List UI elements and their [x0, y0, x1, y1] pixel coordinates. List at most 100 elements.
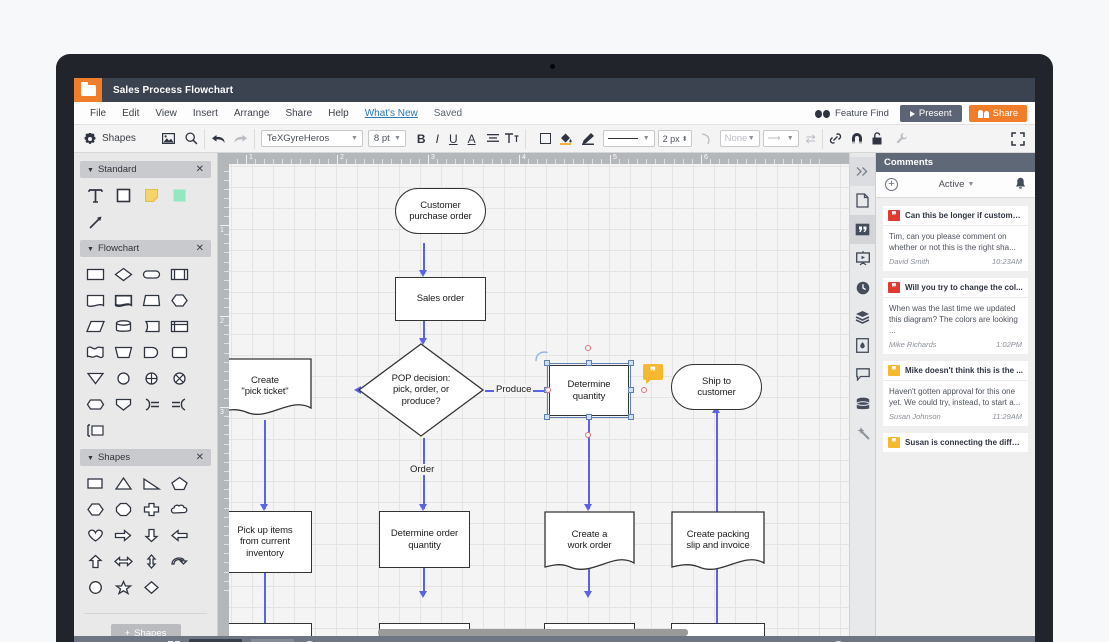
cross-shape-icon[interactable]: [141, 499, 161, 519]
document-alt-shape-icon[interactable]: [113, 290, 133, 310]
shape-outline-button[interactable]: [539, 133, 551, 144]
selection-handle[interactable]: [586, 360, 592, 366]
magnet-icon[interactable]: [851, 133, 863, 144]
canvas-area[interactable]: 1 2 3 4 5 6 1 2 3 Produce Order Customer…: [218, 153, 849, 636]
or-gate-icon[interactable]: [169, 368, 189, 388]
node-create-work-order[interactable]: Create a work order: [544, 511, 635, 577]
share-button[interactable]: Share: [968, 105, 1027, 122]
manual-operation-icon[interactable]: [113, 342, 133, 362]
diagram-canvas[interactable]: Pick Produce Order: [229, 164, 849, 636]
line-width-input[interactable]: 2 px ⬍: [657, 130, 692, 147]
inverted-triangle-icon[interactable]: [85, 368, 105, 388]
document-shape-icon[interactable]: [85, 290, 105, 310]
add-shapes-button[interactable]: + Shapes: [110, 624, 181, 636]
redo-icon[interactable]: [233, 133, 248, 145]
comment-badge[interactable]: ❞: [643, 364, 663, 384]
link-icon[interactable]: [829, 132, 842, 145]
connection-point[interactable]: [585, 345, 591, 351]
multi-document-icon[interactable]: [85, 342, 105, 362]
fullscreen-icon[interactable]: [1011, 131, 1025, 146]
stored-data-shape-icon[interactable]: [141, 316, 161, 336]
shape-group-shapes[interactable]: ▼ Shapes ✕: [80, 449, 211, 466]
selection-handle[interactable]: [628, 360, 634, 366]
horizontal-scrollbar[interactable]: [378, 629, 688, 636]
octagon-shape-icon[interactable]: [113, 499, 133, 519]
undo-icon[interactable]: [211, 133, 226, 145]
rectangle-shape-icon[interactable]: [85, 473, 105, 493]
close-icon[interactable]: ✕: [196, 452, 204, 463]
curve-icon[interactable]: [700, 132, 712, 145]
process-shape-icon[interactable]: [85, 264, 105, 284]
node-sales-order[interactable]: Sales order: [395, 277, 486, 321]
font-size-select[interactable]: 8 pt ▼: [367, 130, 406, 147]
menu-edit[interactable]: Edit: [114, 108, 147, 119]
menu-arrange[interactable]: Arrange: [226, 108, 278, 119]
selection-handle[interactable]: [628, 414, 634, 420]
line-color-icon[interactable]: [581, 132, 595, 145]
node-create-packing-slip[interactable]: Create packing slip and invoice: [671, 511, 765, 577]
chat-icon[interactable]: [850, 360, 876, 389]
star-shape-icon[interactable]: [113, 577, 133, 597]
close-icon[interactable]: ✕: [196, 243, 204, 254]
summing-junction-icon[interactable]: [141, 368, 161, 388]
comment-item[interactable]: ❞ Will you try to change the col... When…: [883, 278, 1028, 354]
menu-view[interactable]: View: [147, 108, 185, 119]
circle-shape-icon[interactable]: [85, 577, 105, 597]
arrow-left-right-shape-icon[interactable]: [113, 551, 133, 571]
present-button[interactable]: Present: [899, 105, 962, 122]
node-pop-decision[interactable]: POP decision: pick, order, or produce?: [357, 342, 485, 438]
decision-shape-icon[interactable]: [113, 264, 133, 284]
comments-filter-select[interactable]: Active ▼: [939, 179, 975, 190]
cylinder-shape-icon[interactable]: [113, 316, 133, 336]
database-icon[interactable]: [850, 389, 876, 418]
wand-icon[interactable]: [850, 418, 876, 447]
right-triangle-shape-icon[interactable]: [141, 473, 161, 493]
hexagon-shape-icon[interactable]: [85, 499, 105, 519]
menu-whats-new[interactable]: What's New: [357, 108, 426, 119]
arrow-tool-icon[interactable]: [85, 212, 105, 232]
heart-shape-icon[interactable]: [85, 525, 105, 545]
triangle-shape-icon[interactable]: [113, 473, 133, 493]
layers-icon[interactable]: [850, 302, 876, 331]
line-style-select[interactable]: ▼: [602, 130, 655, 147]
terminator-shape-icon[interactable]: [141, 264, 161, 284]
shape-group-standard[interactable]: ▼ Standard ✕: [80, 161, 211, 178]
arrow-up-shape-icon[interactable]: [85, 551, 105, 571]
internal-storage-icon[interactable]: [169, 316, 189, 336]
shield-shape-icon[interactable]: [113, 394, 133, 414]
arrow-down-shape-icon[interactable]: [141, 525, 161, 545]
connection-point[interactable]: [545, 387, 551, 393]
underline-button[interactable]: U: [444, 132, 463, 146]
collapse-icon[interactable]: [849, 157, 876, 186]
text-color-button[interactable]: A: [463, 132, 481, 146]
italic-button[interactable]: I: [431, 132, 444, 146]
image-icon[interactable]: [161, 133, 175, 144]
distribute-icon[interactable]: ⇄: [806, 133, 816, 145]
bell-icon[interactable]: [1015, 177, 1026, 193]
connection-point[interactable]: [641, 387, 647, 393]
square-shape-icon[interactable]: [113, 185, 133, 205]
comment-item[interactable]: ❞ Can this be longer if custome... Tim, …: [883, 206, 1028, 271]
note-shape-icon[interactable]: [141, 185, 161, 205]
comment-item[interactable]: ❞ Susan is connecting the differ...: [883, 433, 1028, 452]
circle-shape-icon[interactable]: [113, 368, 133, 388]
shapes-toggle-button[interactable]: Shapes: [84, 133, 136, 145]
node-determine-order-quantity[interactable]: Determine order quantity: [379, 511, 470, 568]
hexagon-shape-icon[interactable]: [169, 290, 189, 310]
menu-share[interactable]: Share: [277, 108, 320, 119]
fill-bucket-icon[interactable]: [559, 132, 573, 145]
folder-icon[interactable]: [74, 78, 102, 102]
shape-group-flowchart[interactable]: ▼ Flowchart ✕: [80, 240, 211, 257]
presentation-icon[interactable]: [850, 244, 876, 273]
trapezoid-shape-icon[interactable]: [141, 290, 161, 310]
clock-icon[interactable]: [850, 273, 876, 302]
card-shape-icon[interactable]: [85, 420, 105, 440]
comments-icon[interactable]: [849, 215, 876, 244]
align-icon[interactable]: [486, 133, 499, 144]
search-icon[interactable]: [185, 132, 198, 145]
node-create-pick-ticket[interactable]: Create "pick ticket": [229, 358, 312, 420]
feature-find-button[interactable]: Feature Find: [811, 108, 893, 119]
preparation-shape-icon[interactable]: [85, 394, 105, 414]
fill-swatch-icon[interactable]: [169, 185, 189, 205]
predefined-process-icon[interactable]: [169, 264, 189, 284]
